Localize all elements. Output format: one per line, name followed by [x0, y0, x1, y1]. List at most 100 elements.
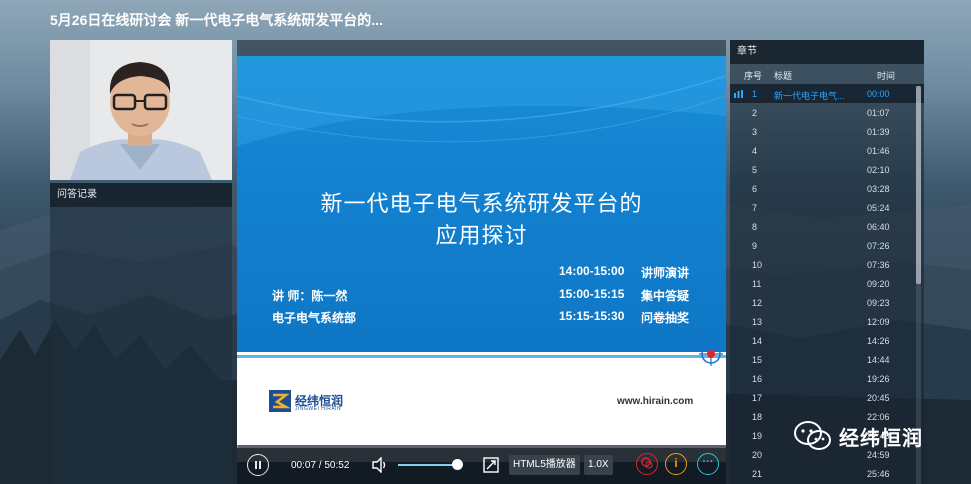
slide-department: 电子电气系统部 — [272, 311, 357, 325]
info-icon[interactable]: i — [665, 453, 687, 475]
chapters-scrollbar-thumb[interactable] — [916, 86, 921, 284]
slide-title-line2: 应用探讨 — [435, 224, 528, 249]
chapter-row[interactable]: 6 03:28 — [730, 179, 924, 198]
schedule-time-3: 15:15-15:30 — [559, 309, 625, 323]
chapter-row[interactable]: 3 01:39 — [730, 122, 924, 141]
chapter-row[interactable]: 21 25:46 — [730, 464, 924, 483]
chapter-time: 20:45 — [867, 393, 890, 403]
chapter-time: 06:40 — [867, 222, 890, 232]
slide-title-line1: 新一代电子电气系统研发平台的 — [320, 192, 643, 217]
watermark-text: 经纬恒润 — [839, 427, 923, 450]
chapter-time: 14:44 — [867, 355, 890, 365]
chapters-columns: 序号 标题 时间 — [730, 64, 924, 84]
chapter-index: 5 — [752, 165, 758, 175]
chapter-index: 4 — [752, 146, 758, 156]
chapter-time: 19:26 — [867, 374, 890, 384]
chapter-index: 16 — [752, 374, 763, 384]
chapter-time: 02:10 — [867, 165, 890, 175]
slide-logo-subtext: JINGWEI HIRAIN — [295, 406, 342, 412]
chapter-time: 25:46 — [867, 469, 890, 479]
chapters-panel: 章节 序号 标题 时间 1 新一代电子电气... 00:00 2 01:07 3 01:39… — [730, 40, 924, 484]
volume-icon[interactable] — [371, 457, 389, 473]
chapter-index: 10 — [752, 260, 763, 270]
time-display: 00:07 / 50:52 — [291, 460, 350, 471]
chapter-time: 09:20 — [867, 279, 890, 289]
chapter-index: 2 — [752, 108, 758, 118]
player-controls: 00:07 / 50:52 HTML5播放器 1.0X i ··· — [237, 448, 726, 484]
chapter-row[interactable]: 7 05:24 — [730, 198, 924, 217]
html5-player-button[interactable]: HTML5播放器 — [509, 455, 580, 475]
chapter-time: 00:00 — [867, 89, 890, 99]
volume-slider-fill — [398, 464, 448, 466]
more-options-icon[interactable]: ··· — [697, 453, 719, 475]
pause-button[interactable] — [247, 454, 269, 476]
presentation-slide: 新一代电子电气系统研发平台的 应用探讨 14:00-15:00 讲师演讲 15:… — [237, 56, 726, 462]
chapter-index: 20 — [752, 450, 763, 460]
chapter-time: 14:26 — [867, 336, 890, 346]
schedule-time-1: 14:00-15:00 — [559, 264, 625, 278]
chapter-index: 19 — [752, 431, 763, 441]
chapter-index: 21 — [752, 469, 763, 479]
schedule-label-1: 讲师演讲 — [641, 266, 690, 280]
volume-slider-knob[interactable] — [452, 459, 463, 470]
chapter-time: 03:28 — [867, 184, 890, 194]
chapter-time: 07:36 — [867, 260, 890, 270]
chapter-row[interactable]: 16 19:26 — [730, 369, 924, 388]
chapter-time: 09:23 — [867, 298, 890, 308]
qa-header: 问答记录 — [50, 183, 232, 207]
slide-stripe — [237, 346, 726, 352]
wechat-watermark: 经纬恒润 — [793, 420, 923, 452]
volume-slider[interactable] — [398, 464, 456, 466]
chapter-index: 12 — [752, 298, 763, 308]
col-title: 标题 — [774, 71, 793, 81]
chapter-index: 9 — [752, 241, 758, 251]
chapter-row[interactable]: 4 01:46 — [730, 141, 924, 160]
speaker-portrait-image — [50, 40, 232, 180]
chapters-header: 章节 — [730, 40, 924, 64]
chapter-row[interactable]: 1 新一代电子电气... 00:00 — [730, 84, 924, 103]
chapter-index: 8 — [752, 222, 758, 232]
chapter-index: 14 — [752, 336, 763, 346]
chapter-row[interactable]: 15 14:44 — [730, 350, 924, 369]
slide-url: www.hirain.com — [617, 396, 694, 407]
speaker-webcam — [50, 40, 232, 180]
playback-speed-button[interactable]: 1.0X — [584, 455, 613, 475]
chapter-row[interactable]: 10 07:36 — [730, 255, 924, 274]
chapter-time: 12:09 — [867, 317, 890, 327]
slide-stripe-light — [237, 355, 726, 358]
chapter-time: 07:26 — [867, 241, 890, 251]
chapter-time: 01:39 — [867, 127, 890, 137]
chapter-row[interactable]: 9 07:26 — [730, 236, 924, 255]
window-title: 5月26日在线研讨会 新一代电子电气系统研发平台的... — [50, 12, 383, 28]
chapter-row[interactable]: 14 14:26 — [730, 331, 924, 350]
chapter-row[interactable]: 13 12:09 — [730, 312, 924, 331]
hirain-logo-icon — [269, 390, 291, 412]
picture-in-picture-icon[interactable] — [483, 457, 499, 473]
schedule-label-2: 集中答疑 — [641, 289, 690, 303]
col-time: 时间 — [877, 71, 896, 81]
chapter-index: 11 — [752, 279, 762, 289]
schedule-time-2: 15:00-15:15 — [559, 287, 625, 301]
col-index: 序号 — [744, 71, 763, 81]
playing-indicator-icon — [734, 90, 743, 100]
chapter-index: 6 — [752, 184, 758, 194]
chapter-row[interactable]: 2 01:07 — [730, 103, 924, 122]
chat-bubble-icon[interactable] — [636, 453, 658, 475]
chapter-row[interactable]: 11 09:20 — [730, 274, 924, 293]
chapter-time: 01:46 — [867, 146, 890, 156]
video-player[interactable]: 新一代电子电气系统研发平台的 应用探讨 14:00-15:00 讲师演讲 15:… — [237, 40, 726, 484]
laser-pointer-icon — [699, 342, 723, 366]
wechat-icon — [794, 421, 831, 450]
chapter-row[interactable]: 5 02:10 — [730, 160, 924, 179]
chapter-index: 15 — [752, 355, 763, 365]
chapter-index: 1 — [752, 89, 758, 99]
chapter-row[interactable]: 17 20:45 — [730, 388, 924, 407]
chapter-time: 05:24 — [867, 203, 890, 213]
chapter-row[interactable]: 12 09:23 — [730, 293, 924, 312]
slide-blue-area: 新一代电子电气系统研发平台的 应用探讨 14:00-15:00 讲师演讲 15:… — [237, 56, 726, 346]
chapter-index: 17 — [752, 393, 763, 403]
schedule-label-3: 问卷抽奖 — [641, 311, 690, 325]
slide-speaker: 讲 师：陈一然 — [272, 289, 348, 303]
chapter-row[interactable]: 8 06:40 — [730, 217, 924, 236]
chapter-index: 7 — [752, 203, 758, 213]
